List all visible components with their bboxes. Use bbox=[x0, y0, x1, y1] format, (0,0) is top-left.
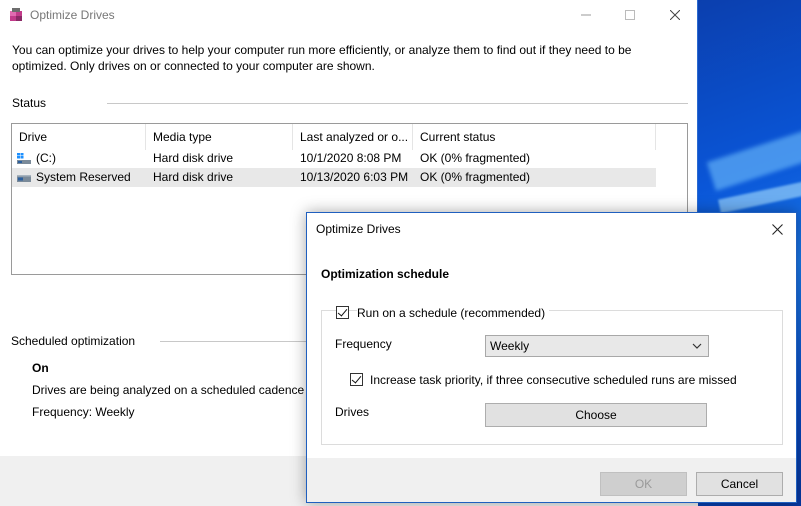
maximize-icon bbox=[625, 10, 635, 20]
increase-priority-checkbox[interactable] bbox=[350, 373, 363, 386]
last-analyzed: 10/1/2020 8:08 PM bbox=[300, 151, 402, 165]
window-title: Optimize Drives bbox=[30, 8, 115, 22]
minimize-button[interactable] bbox=[563, 0, 609, 30]
chevron-down-icon bbox=[692, 336, 702, 363]
windows-drive-icon bbox=[17, 153, 31, 164]
choose-drives-button[interactable]: Choose bbox=[485, 403, 707, 427]
frequency-label: Frequency bbox=[335, 337, 392, 351]
increase-priority-label[interactable]: Increase task priority, if three consecu… bbox=[370, 373, 737, 387]
table-row[interactable]: System Reserved Hard disk drive 10/13/20… bbox=[12, 168, 656, 187]
schedule-frequency: Frequency: Weekly bbox=[32, 405, 135, 419]
run-on-schedule-checkbox[interactable] bbox=[336, 306, 349, 319]
defrag-app-icon bbox=[10, 8, 22, 21]
close-icon bbox=[670, 10, 680, 20]
drives-list-header: Drive Media type Last analyzed or o... C… bbox=[12, 124, 656, 150]
hard-drive-icon bbox=[17, 175, 31, 182]
drive-name: (C:) bbox=[36, 151, 56, 165]
frequency-dropdown[interactable]: Weekly bbox=[485, 335, 709, 357]
scheduled-divider bbox=[160, 341, 306, 342]
title-bar[interactable]: Optimize Drives bbox=[0, 0, 698, 30]
run-on-schedule-label[interactable]: Run on a schedule (recommended) bbox=[357, 306, 550, 320]
schedule-description: Drives are being analyzed on a scheduled… bbox=[32, 383, 319, 397]
current-status: OK (0% fragmented) bbox=[420, 151, 531, 165]
dialog-heading: Optimization schedule bbox=[321, 267, 450, 281]
frequency-value: Weekly bbox=[490, 339, 530, 353]
ok-button[interactable]: OK bbox=[600, 472, 687, 496]
drives-label: Drives bbox=[335, 405, 370, 419]
drive-name: System Reserved bbox=[36, 170, 131, 184]
column-header-last-analyzed[interactable]: Last analyzed or o... bbox=[293, 124, 413, 150]
minimize-icon bbox=[581, 14, 591, 16]
maximize-button[interactable] bbox=[607, 0, 653, 30]
status-label: Status bbox=[12, 96, 47, 110]
cancel-button[interactable]: Cancel bbox=[696, 472, 783, 496]
column-header-current-status[interactable]: Current status bbox=[413, 124, 656, 150]
desktop-light-ray bbox=[706, 119, 801, 191]
dialog-title: Optimize Drives bbox=[316, 222, 401, 236]
dialog-close-button[interactable] bbox=[767, 219, 787, 239]
intro-text: You can optimize your drives to help you… bbox=[12, 43, 632, 73]
column-header-drive[interactable]: Drive bbox=[12, 124, 146, 150]
optimization-schedule-dialog: Optimize Drives Optimization schedule Ru… bbox=[306, 212, 797, 503]
status-divider bbox=[107, 103, 688, 104]
schedule-state: On bbox=[32, 361, 49, 375]
dialog-footer: OK Cancel bbox=[307, 458, 796, 502]
dialog-title-bar[interactable]: Optimize Drives bbox=[307, 213, 796, 244]
scheduled-optimization-label: Scheduled optimization bbox=[11, 334, 136, 348]
media-type: Hard disk drive bbox=[153, 170, 234, 184]
media-type: Hard disk drive bbox=[153, 151, 234, 165]
close-button[interactable] bbox=[652, 0, 698, 30]
last-analyzed: 10/13/2020 6:03 PM bbox=[300, 170, 409, 184]
current-status: OK (0% fragmented) bbox=[420, 170, 531, 184]
table-row[interactable]: (C:) Hard disk drive 10/1/2020 8:08 PM O… bbox=[12, 149, 656, 168]
close-icon bbox=[771, 223, 783, 235]
column-header-media-type[interactable]: Media type bbox=[146, 124, 293, 150]
dialog-body: Optimization schedule Run on a schedule … bbox=[307, 244, 796, 458]
